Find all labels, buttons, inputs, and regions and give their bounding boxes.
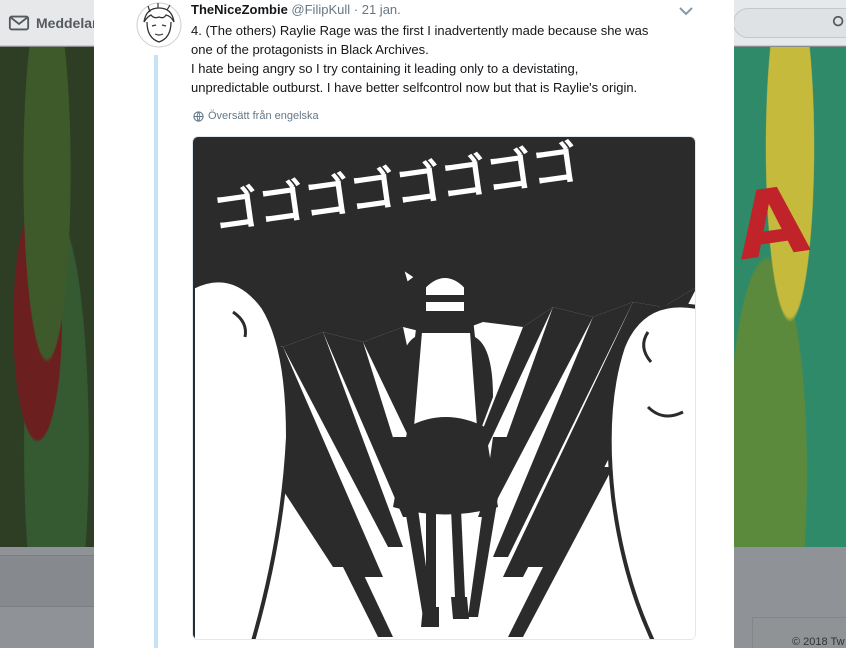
tweet-text-line: one of the protagonists in Black Archive…	[191, 42, 429, 57]
tweet-image[interactable]: ゴゴゴゴゴゴゴゴ	[192, 136, 696, 640]
search-icon	[832, 15, 844, 27]
avatar-drawing	[136, 2, 182, 48]
tweet-text-line: unpredictable outburst. I have better se…	[191, 80, 638, 95]
display-name[interactable]: TheNiceZombie	[191, 2, 288, 17]
nav-messages[interactable]: Meddelan	[8, 12, 101, 34]
tweet-text-line: I hate being angry so I try containing i…	[191, 61, 579, 76]
background-lower-strip	[0, 555, 94, 607]
tweet-text-line: 4. (The others) Raylie Rage was the firs…	[191, 23, 649, 38]
tweet-header: TheNiceZombie @FilipKull · 21 jan.	[191, 2, 401, 17]
thread-connector-line	[154, 55, 158, 648]
background-banner-left	[0, 47, 94, 547]
avatar[interactable]	[136, 2, 182, 48]
tweet-text: 4. (The others) Raylie Rage was the firs…	[191, 21, 691, 97]
translate-label: Översätt från engelska	[208, 110, 319, 122]
background-banner-graphic: A	[728, 165, 815, 282]
nav-messages-label: Meddelan	[36, 15, 101, 31]
separator-dot: ·	[353, 2, 359, 17]
mail-icon	[8, 15, 30, 31]
globe-icon	[193, 110, 204, 122]
chevron-down-icon[interactable]	[678, 5, 694, 17]
tweet-date[interactable]: 21 jan.	[362, 2, 401, 17]
translate-link[interactable]: Översätt från engelska	[193, 110, 319, 122]
copyright-text: © 2018 Tw	[792, 636, 845, 648]
background-banner-right	[734, 47, 846, 547]
manga-illustration: ゴゴゴゴゴゴゴゴ	[193, 137, 695, 639]
search-input[interactable]	[733, 8, 846, 38]
user-handle[interactable]: @FilipKull	[291, 2, 350, 17]
